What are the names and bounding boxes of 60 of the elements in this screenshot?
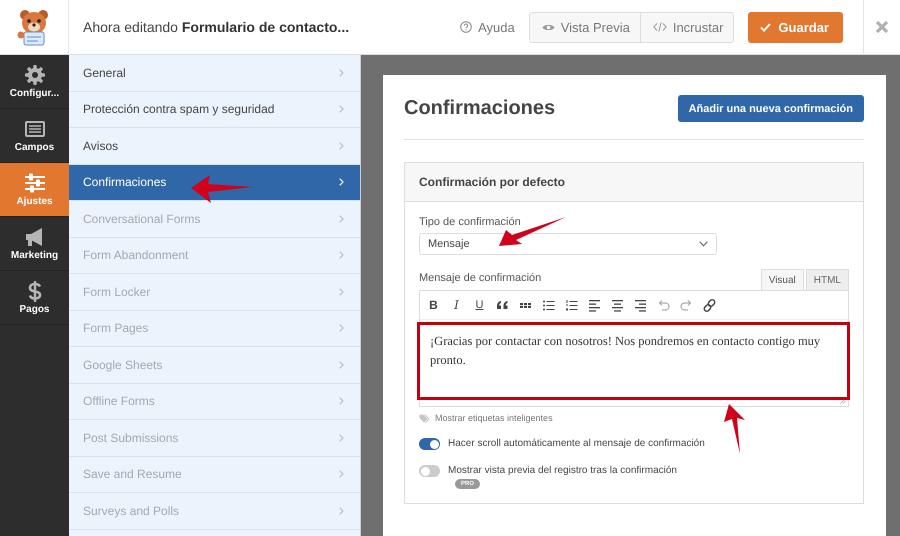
help-icon: [460, 21, 472, 33]
chevron-right-icon: [339, 68, 344, 77]
link-icon[interactable]: [703, 298, 716, 312]
align-center-icon[interactable]: [611, 298, 624, 312]
bullet-list-icon[interactable]: [542, 298, 555, 312]
field-label: Mensaje de confirmación: [419, 272, 542, 286]
align-left-icon[interactable]: [588, 298, 601, 312]
chevron-right-icon: [339, 214, 344, 223]
toggle-switch[interactable]: [419, 438, 440, 450]
chevron-right-icon: [339, 251, 344, 260]
toggle-switch[interactable]: [419, 465, 440, 477]
resize-handle-icon: [840, 398, 846, 404]
page-heading: Confirmaciones: [404, 97, 556, 120]
preview-button[interactable]: Vista Previa: [530, 12, 640, 42]
eye-icon: [542, 22, 555, 32]
chevron-right-icon: [339, 397, 344, 406]
toggle-label: Hacer scroll automáticamente al mensaje de confirmación: [448, 437, 705, 450]
add-confirmation-button[interactable]: Añadir una nueva confirmación: [678, 95, 864, 122]
smart-tags-link[interactable]: Mostrar etiquetas inteligentes: [419, 413, 849, 423]
form-title: Ahora editando Formulario de contacto...: [83, 19, 350, 35]
toggle-label: Mostrar vista previa del registro tras la confirmación: [448, 464, 677, 477]
confirmation-type-dropdown[interactable]: Mensaje: [419, 233, 717, 255]
settings-menu-item[interactable]: Confirmaciones: [69, 164, 360, 201]
chevron-right-icon: [339, 470, 344, 478]
message-editor[interactable]: ¡Gracias por contactar con nosotros! Nos pondremos en contacto contigo muy pronto.: [420, 320, 848, 406]
chevron-right-icon: [339, 178, 344, 186]
chevron-right-icon: [339, 360, 344, 369]
format-button[interactable]: I: [447, 295, 466, 315]
annotation-arrow: [722, 403, 746, 455]
quote-icon[interactable]: [496, 298, 509, 312]
format-button[interactable]: B: [424, 295, 443, 315]
gear-icon: [24, 64, 46, 86]
close-icon: [875, 20, 889, 34]
save-button[interactable]: Guardar: [748, 12, 843, 42]
align-right-icon[interactable]: [634, 298, 647, 312]
chevron-right-icon: [339, 434, 344, 442]
chevron-right-icon: [339, 142, 344, 150]
numbered-list-icon[interactable]: [565, 298, 578, 312]
annotation-arrow: [190, 174, 254, 204]
settings-menu-item[interactable]: Protección contra spam y seguridad: [69, 92, 360, 128]
check-icon: [760, 22, 772, 32]
chevron-down-icon: [699, 241, 708, 247]
chevron-right-icon: [339, 288, 344, 296]
field-label: Tipo de confirmación: [419, 216, 522, 228]
message-text: ¡Gracias por contactar con nosotros! Nos pondremos en contacto contigo muy pronto.: [430, 333, 822, 369]
help-link[interactable]: Ayuda: [460, 20, 515, 34]
editor-tab[interactable]: HTML: [806, 269, 849, 290]
chevron-right-icon: [339, 324, 344, 332]
nav-item[interactable]: Ajustes: [0, 163, 69, 217]
format-button[interactable]: U: [470, 295, 489, 315]
card-header: Confirmación por defecto: [405, 163, 863, 202]
chevron-right-icon: [339, 506, 344, 515]
editor-tab[interactable]: Visual: [760, 269, 804, 290]
settings-menu-item[interactable]: General: [69, 55, 360, 92]
tag-icon: [419, 414, 430, 422]
sliders-icon: [24, 172, 46, 194]
list-icon: [24, 118, 46, 140]
chevron-right-icon: [339, 105, 344, 114]
code-icon: [652, 22, 667, 32]
embed-button[interactable]: Incrustar: [640, 12, 734, 42]
